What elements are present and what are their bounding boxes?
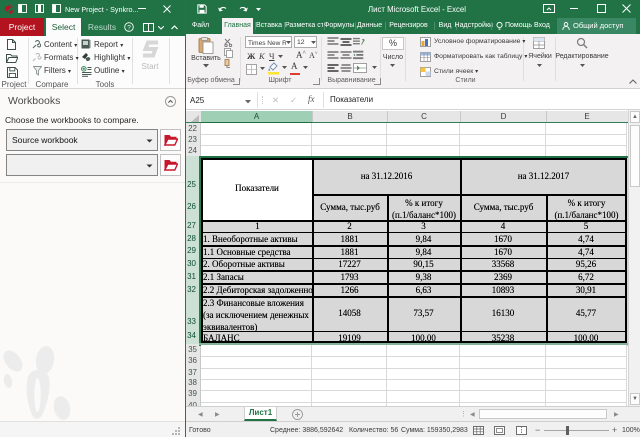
svg-text:?: ? [127,24,131,31]
